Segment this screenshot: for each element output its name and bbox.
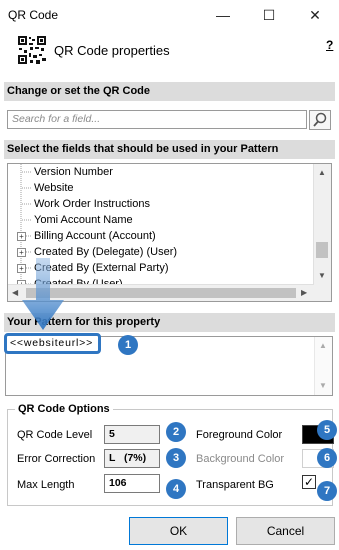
callout-arrow-icon [22,258,64,330]
pattern-scrollbar[interactable]: ▲ ▼ [314,337,332,395]
close-button[interactable]: ✕ [292,0,338,30]
search-button[interactable] [309,110,331,130]
expand-plus-icon[interactable]: + [17,232,26,241]
callout-badge: 6 [317,448,337,468]
scroll-up-icon[interactable]: ▲ [318,168,326,177]
tree-item[interactable]: Work Order Instructions [34,196,150,212]
cancel-button[interactable]: Cancel [236,517,335,545]
transparent-bg-checkbox[interactable]: ✓ [302,475,316,489]
section-header-select-fields: Select the fields that should be used in… [4,140,335,159]
callout-badge: 1 [118,335,138,355]
callout-badge: 5 [317,420,337,440]
callout-badge: 7 [317,481,337,501]
qr-code-icon [17,35,47,65]
magnifier-icon [313,112,327,127]
tree-item[interactable]: Website [34,180,74,196]
checkmark-icon: ✓ [303,475,315,489]
ok-button[interactable]: OK [129,517,228,545]
section-header-change-or-set: Change or set the QR Code [4,82,335,101]
search-input[interactable]: Search for a field... [7,110,307,129]
tree-item[interactable]: Yomi Account Name [34,212,133,228]
max-length-label: Max Length [17,479,75,491]
qr-code-level-label: QR Code Level [17,429,93,441]
error-correction-field[interactable]: L (7%) [104,449,160,468]
qr-options-legend: QR Code Options [15,403,113,415]
tree-vertical-scrollbar[interactable]: ▲ ▼ [313,164,331,285]
callout-badge: 4 [166,479,186,499]
max-length-field[interactable]: 106 [104,474,160,493]
expand-plus-icon[interactable]: + [17,248,26,257]
callout-badge: 3 [166,448,186,468]
scroll-corner [314,285,331,301]
error-correction-label: Error Correction [17,453,96,465]
tree-item[interactable]: Version Number [34,164,113,180]
background-color-label: Background Color [196,453,285,465]
dialog-header-title: QR Code properties [54,43,170,58]
qr-code-level-field[interactable]: 5 [104,425,160,444]
callout-badge: 2 [166,422,186,442]
transparent-bg-label: Transparent BG [196,479,274,491]
minimize-button[interactable]: — [200,0,246,30]
pattern-value[interactable]: <<websiteurl>> [4,333,101,354]
window-title: QR Code [8,8,59,22]
scroll-right-icon[interactable]: ▶ [301,288,307,297]
scroll-thumb[interactable] [316,242,328,258]
scroll-up-icon[interactable]: ▲ [319,341,327,350]
maximize-button[interactable]: ☐ [246,0,292,30]
scroll-down-icon[interactable]: ▼ [318,271,326,280]
scroll-down-icon[interactable]: ▼ [319,381,327,390]
foreground-color-label: Foreground Color [196,429,283,441]
tree-item[interactable]: Billing Account (Account) [34,228,156,244]
help-link[interactable]: ? [326,38,333,52]
